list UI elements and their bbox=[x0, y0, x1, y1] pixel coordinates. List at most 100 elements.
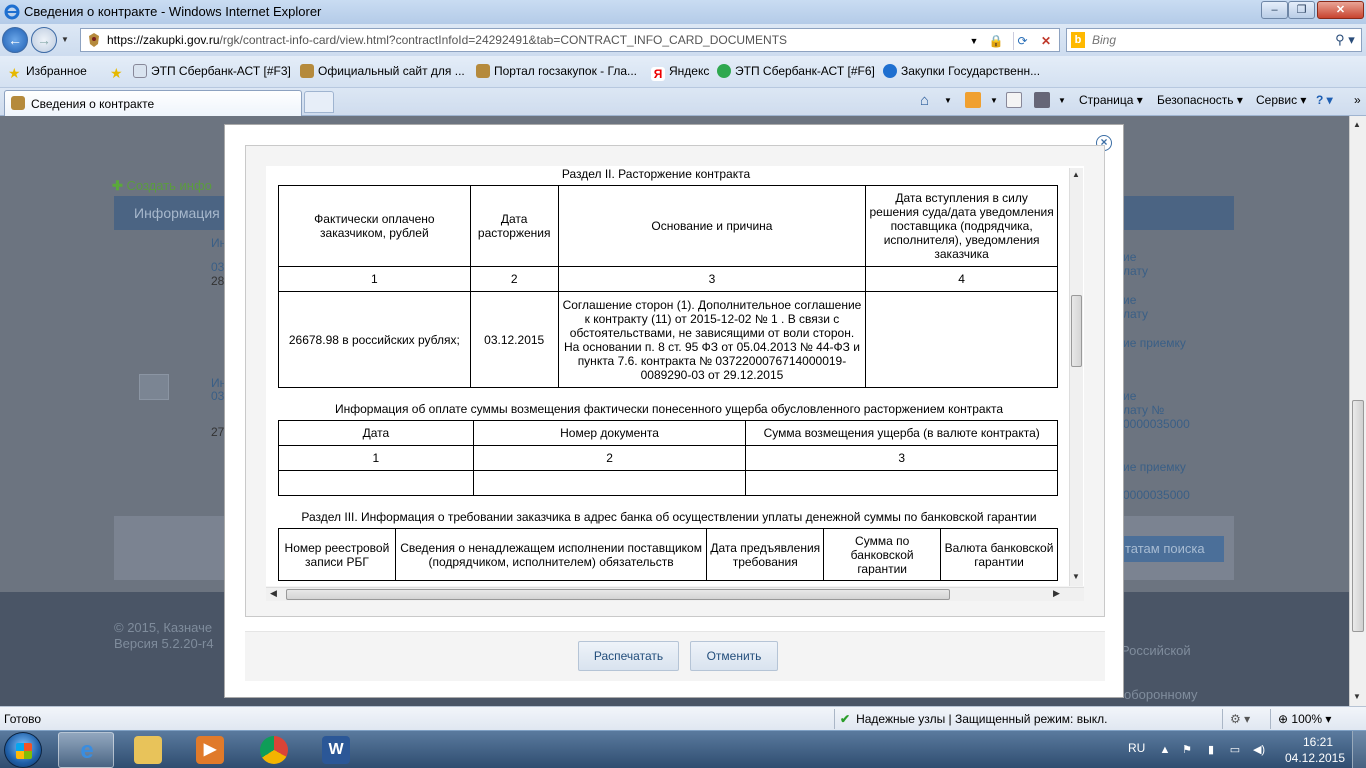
bg-right-link[interactable]: ие bbox=[1123, 389, 1136, 403]
tab-contract-info[interactable]: Сведения о контракте bbox=[4, 90, 302, 116]
scroll-down-icon[interactable]: ▼ bbox=[1072, 572, 1080, 581]
window-title: Сведения о контракте - Windows Internet … bbox=[24, 4, 322, 19]
close-window-button[interactable]: ✕ bbox=[1317, 1, 1364, 19]
fav-link-sberbank-f3[interactable]: ЭТП Сбербанк-АСТ [#F3] bbox=[133, 64, 291, 78]
search-input[interactable] bbox=[1092, 33, 1312, 47]
home-dropdown-icon[interactable]: ▼ bbox=[944, 96, 952, 105]
bg-right-link[interactable]: лату bbox=[1123, 307, 1148, 321]
zoom-control[interactable]: ⊕ 100% ▾ bbox=[1278, 712, 1331, 726]
bg-right-link[interactable]: лату bbox=[1123, 264, 1148, 278]
recent-pages-dropdown-icon[interactable]: ▼ bbox=[61, 35, 69, 44]
taskbar-ie[interactable]: e bbox=[58, 732, 114, 768]
tray-app-icon[interactable]: ▮ bbox=[1204, 743, 1218, 757]
taskbar-word[interactable]: W bbox=[308, 732, 364, 768]
bg-right-link[interactable]: 0000035000 bbox=[1123, 488, 1190, 502]
header-effective-date: Дата вступления в силу решения суда/дата… bbox=[865, 185, 1058, 267]
toolbar-expand-icon[interactable]: » bbox=[1354, 93, 1361, 107]
fav-link-yandex[interactable]: Я Яндекс bbox=[651, 64, 709, 81]
lock-icon[interactable]: 🔒 bbox=[987, 32, 1005, 50]
scroll-thumb[interactable] bbox=[1071, 295, 1082, 367]
tools-menu[interactable]: Сервис ▾ bbox=[1256, 93, 1306, 107]
fav-link-sberbank-f6[interactable]: ЭТП Сбербанк-АСТ [#F6] bbox=[717, 64, 875, 78]
language-indicator[interactable]: RU bbox=[1128, 741, 1145, 755]
scroll-up-icon[interactable]: ▲ bbox=[1353, 120, 1361, 129]
stop-icon[interactable]: ✕ bbox=[1037, 32, 1055, 50]
home-icon[interactable]: ⌂ bbox=[920, 92, 936, 109]
add-favorite-icon[interactable]: ★ bbox=[110, 64, 128, 81]
fav-link-goszakupki-portal[interactable]: Портал госзакупок - Гла... bbox=[476, 64, 637, 78]
address-dropdown-icon[interactable]: ▼ bbox=[965, 32, 983, 50]
table-row: 26678.98 в российских рублях; 03.12.2015… bbox=[278, 291, 1058, 388]
footer-link[interactable]: Российской bbox=[1121, 643, 1191, 658]
create-info-link[interactable]: ✚ Создать инфо bbox=[112, 178, 212, 194]
forward-button[interactable]: → bbox=[31, 27, 57, 53]
bg-right-link[interactable]: ие bbox=[1123, 250, 1136, 264]
footer-link[interactable]: оборонному bbox=[1124, 687, 1198, 702]
minimize-button[interactable]: – bbox=[1261, 1, 1288, 19]
safety-menu[interactable]: Безопасность ▾ bbox=[1157, 93, 1243, 107]
search-icon[interactable]: ⚲ ▾ bbox=[1331, 31, 1359, 49]
scroll-left-icon[interactable]: ◀ bbox=[270, 588, 277, 599]
divider bbox=[1222, 709, 1223, 729]
paid-amount: 26678.98 в российских рублях; bbox=[278, 291, 471, 388]
bg-right-link[interactable]: ие bbox=[1123, 293, 1136, 307]
search-box[interactable]: b ⚲ ▾ bbox=[1066, 28, 1362, 52]
search-results-button[interactable]: татам поиска bbox=[1122, 536, 1224, 562]
guarantee-header-row: Номер реестровой записи РБГ Сведения о н… bbox=[278, 528, 1058, 581]
effective-date bbox=[865, 291, 1058, 388]
address-bar[interactable]: https://zakupki.gov.ru/rgk/contract-info… bbox=[80, 28, 1060, 52]
show-desktop-button[interactable] bbox=[1352, 731, 1366, 768]
scroll-up-icon[interactable]: ▲ bbox=[1072, 170, 1080, 179]
document-horizontal-scrollbar[interactable]: ◀ ▶ bbox=[266, 587, 1084, 601]
mail-icon[interactable] bbox=[1006, 92, 1022, 108]
flag-icon[interactable]: ⚑ bbox=[1180, 743, 1194, 757]
favorites-button[interactable]: ★ Избранное bbox=[8, 64, 87, 81]
document-vertical-scrollbar[interactable]: ▲ ▼ bbox=[1069, 168, 1083, 586]
scroll-thumb[interactable] bbox=[1352, 400, 1364, 632]
bing-icon: b bbox=[1071, 32, 1085, 48]
fav-link-official-site[interactable]: Официальный сайт для ... bbox=[300, 64, 465, 78]
cancel-button[interactable]: Отменить bbox=[690, 641, 778, 671]
tools-menu-label: Сервис bbox=[1256, 93, 1298, 107]
bg-right-link[interactable]: лату № bbox=[1123, 403, 1164, 417]
volume-icon[interactable]: ◀) bbox=[1252, 743, 1266, 757]
taskbar-chrome[interactable] bbox=[246, 732, 302, 768]
rss-icon[interactable] bbox=[965, 92, 981, 108]
rss-dropdown-icon[interactable]: ▼ bbox=[990, 96, 998, 105]
print-button[interactable]: Распечатать bbox=[578, 641, 679, 671]
windows-logo-icon bbox=[16, 743, 32, 759]
network-icon[interactable]: ▭ bbox=[1228, 743, 1242, 757]
back-button[interactable]: ← bbox=[2, 27, 28, 53]
info-panel-title: Информация о bbox=[134, 205, 232, 221]
section2-title: Раздел II. Расторжение контракта bbox=[561, 167, 751, 181]
scroll-right-icon[interactable]: ▶ bbox=[1053, 588, 1060, 599]
clock-time[interactable]: 16:21 bbox=[1290, 735, 1346, 749]
print-dropdown-icon[interactable]: ▼ bbox=[1058, 96, 1066, 105]
show-hidden-icons-icon[interactable]: ▲ bbox=[1158, 743, 1172, 757]
refresh-icon[interactable]: ⟳ bbox=[1013, 32, 1031, 50]
clock-date[interactable]: 04.12.2015 bbox=[1283, 751, 1347, 765]
termination-table: Фактически оплачено заказчиком, рублей Д… bbox=[278, 185, 1058, 388]
emblem-icon bbox=[300, 64, 314, 78]
damage-cell bbox=[745, 470, 1058, 496]
start-button[interactable] bbox=[4, 732, 42, 768]
new-tab-button[interactable] bbox=[304, 91, 334, 113]
scroll-down-icon[interactable]: ▼ bbox=[1353, 692, 1361, 701]
checkmark-icon: ✔ bbox=[840, 712, 851, 726]
bg-right-link[interactable]: ие приемку bbox=[1123, 336, 1186, 350]
bg-right-link[interactable]: ие приемку bbox=[1123, 460, 1186, 474]
page-vertical-scrollbar[interactable]: ▲ ▼ bbox=[1349, 116, 1366, 706]
taskbar-explorer[interactable] bbox=[120, 732, 176, 768]
print-icon[interactable] bbox=[1034, 92, 1050, 108]
footer-copyright: © 2015, Казначе bbox=[114, 620, 213, 635]
scroll-thumb[interactable] bbox=[286, 589, 950, 600]
fav-link-zakupki[interactable]: Закупки Государственн... bbox=[883, 64, 1040, 78]
termination-number-row: 1 2 3 4 bbox=[278, 266, 1058, 292]
taskbar-media-player[interactable]: ▶ bbox=[182, 732, 238, 768]
help-icon[interactable]: ? ▾ bbox=[1316, 93, 1333, 107]
maximize-button[interactable]: ❐ bbox=[1288, 1, 1315, 19]
protected-mode-icon[interactable]: ⚙ ▾ bbox=[1230, 712, 1250, 726]
security-zone[interactable]: ✔ Надежные узлы | Защищенный режим: выкл. bbox=[840, 712, 1107, 726]
bg-right-link[interactable]: 0000035000 bbox=[1123, 417, 1190, 431]
page-menu[interactable]: Страница ▾ bbox=[1079, 93, 1143, 107]
